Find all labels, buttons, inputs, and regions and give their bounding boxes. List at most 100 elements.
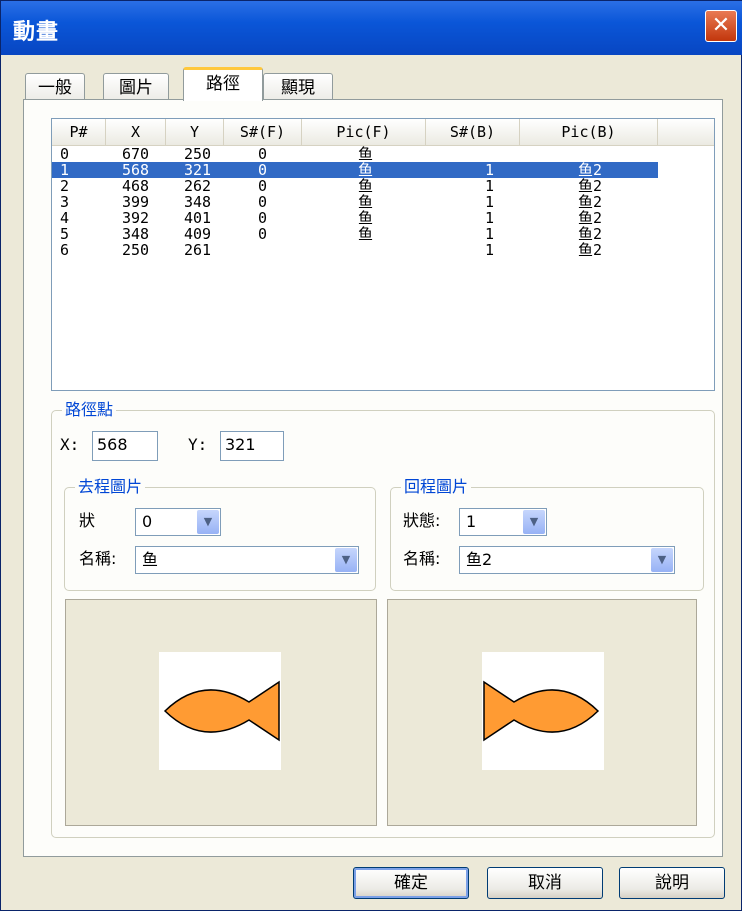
forward-picture-title: 去程圖片 — [75, 476, 146, 498]
table-cell: 1 — [485, 225, 495, 243]
forward-name-select[interactable]: 鱼 ▼ — [135, 546, 359, 574]
table-cell: 0 — [258, 225, 268, 243]
path-point-title: 路徑點 — [62, 399, 117, 421]
cancel-button[interactable]: 取消 — [487, 867, 603, 899]
table-cell: 鱼 — [358, 177, 374, 195]
table-cell: 4 — [60, 209, 70, 227]
tab-pictures[interactable]: 圖片 — [103, 73, 169, 101]
table-cell: 鱼2 — [578, 161, 603, 179]
table-cell: 1 — [485, 193, 495, 211]
table-cell: 1 — [485, 209, 495, 227]
forward-state-label: 狀 — [79, 511, 96, 530]
list-header: P# X Y S#(F) Pic(F) S#(B) Pic(B) — [52, 119, 714, 146]
table-cell: 鱼 — [358, 193, 374, 211]
table-row[interactable]: 6 250 261 1 鱼2 — [52, 242, 714, 258]
table-cell: 1 — [60, 161, 70, 179]
table-cell: 5 — [60, 225, 70, 243]
fish-image — [159, 652, 281, 770]
column-header-picb[interactable]: Pic(B) — [520, 119, 658, 145]
column-header-p[interactable]: P# — [52, 119, 106, 145]
ok-button[interactable]: 確定 — [353, 867, 469, 899]
table-cell: 鱼2 — [578, 241, 603, 259]
table-cell: 3 — [60, 193, 70, 211]
backward-name-select[interactable]: 鱼2 ▼ — [459, 546, 675, 574]
path-points-list[interactable]: P# X Y S#(F) Pic(F) S#(B) Pic(B) 0 670 250… — [51, 118, 715, 391]
chevron-down-icon[interactable]: ▼ — [651, 548, 673, 572]
table-cell: 261 — [184, 241, 212, 259]
table-cell: 1 — [485, 241, 495, 259]
column-header-sb[interactable]: S#(B) — [426, 119, 520, 145]
tab-path[interactable]: 路徑 — [183, 67, 263, 101]
table-row[interactable]: 5 348 409 0 鱼 1 鱼2 — [52, 226, 714, 242]
column-header-y[interactable]: Y — [166, 119, 224, 145]
close-icon[interactable]: ✕ — [705, 10, 737, 42]
forward-name-value: 鱼 — [142, 550, 159, 569]
animation-dialog: 動畫 ✕ 一般 圖片 路徑 顯現 P# X Y S#(F) Pic(F) S#(… — [0, 0, 742, 911]
table-cell: 2 — [60, 177, 70, 195]
table-row[interactable]: 3 399 348 0 鱼 1 鱼2 — [52, 194, 714, 210]
chevron-down-icon[interactable]: ▼ — [197, 510, 219, 534]
tab-general[interactable]: 一般 — [25, 73, 85, 101]
backward-picture-title: 回程圖片 — [401, 476, 472, 498]
forward-state-select[interactable]: 0 ▼ — [135, 508, 221, 536]
table-cell: 鱼 — [358, 225, 374, 243]
table-cell: 250 — [122, 241, 150, 259]
backward-state-label: 狀態: — [403, 511, 441, 530]
table-cell: 0 — [258, 145, 268, 163]
list-body: 0 670 250 0 鱼 1 568 321 0 鱼 1 鱼2 2 468 262 0 鱼 1 鱼2 3 399 348… — [52, 146, 714, 258]
table-row[interactable]: 4 392 401 0 鱼 1 鱼2 — [52, 210, 714, 226]
table-cell: 250 — [184, 145, 212, 163]
table-cell: 568 — [122, 161, 150, 179]
table-cell: 409 — [184, 225, 212, 243]
forward-picture-group: 去程圖片 狀 0 ▼ 名稱: 鱼 ▼ — [64, 476, 376, 591]
help-button[interactable]: 說明 — [619, 867, 725, 899]
table-row[interactable]: 2 468 262 0 鱼 1 鱼2 — [52, 178, 714, 194]
x-input[interactable]: 568 — [92, 431, 158, 461]
table-cell: 鱼2 — [578, 193, 603, 211]
table-cell: 1 — [485, 161, 495, 179]
chevron-down-icon[interactable]: ▼ — [335, 548, 357, 572]
table-cell: 468 — [122, 177, 150, 195]
table-cell: 392 — [122, 209, 150, 227]
backward-state-select[interactable]: 1 ▼ — [459, 508, 547, 536]
table-cell: 0 — [258, 177, 268, 195]
table-cell: 321 — [184, 161, 212, 179]
table-cell: 1 — [485, 177, 495, 195]
tab-display[interactable]: 顯現 — [263, 73, 333, 101]
table-cell: 0 — [258, 193, 268, 211]
fish-image — [482, 652, 604, 770]
title-bar[interactable]: 動畫 ✕ — [1, 1, 742, 55]
table-cell: 262 — [184, 177, 212, 195]
chevron-down-icon[interactable]: ▼ — [523, 510, 545, 534]
table-row[interactable]: 0 670 250 0 鱼 — [52, 146, 714, 162]
table-cell: 鱼 — [358, 161, 374, 179]
column-header-picf[interactable]: Pic(F) — [302, 119, 426, 145]
table-cell: 399 — [122, 193, 150, 211]
forward-name-label: 名稱: — [79, 549, 117, 568]
table-cell: 0 — [258, 161, 268, 179]
table-cell: 348 — [184, 193, 212, 211]
column-header-x[interactable]: X — [106, 119, 166, 145]
backward-state-value: 1 — [466, 512, 477, 531]
y-label: Y: — [188, 435, 208, 454]
table-cell: 0 — [60, 145, 70, 163]
backward-name-value: 鱼2 — [466, 550, 493, 569]
table-cell: 401 — [184, 209, 212, 227]
table-cell: 鱼2 — [578, 209, 603, 227]
column-header-sf[interactable]: S#(F) — [224, 119, 302, 145]
forward-picture-preview — [65, 599, 377, 826]
table-cell: 鱼 — [358, 145, 374, 163]
table-cell: 670 — [122, 145, 150, 163]
table-cell: 348 — [122, 225, 150, 243]
backward-name-label: 名稱: — [403, 549, 441, 568]
table-cell: 0 — [258, 209, 268, 227]
table-cell: 鱼2 — [578, 225, 603, 243]
table-row[interactable]: 1 568 321 0 鱼 1 鱼2 — [52, 162, 658, 178]
window-title: 動畫 — [13, 20, 60, 45]
backward-picture-group: 回程圖片 狀態: 1 ▼ 名稱: 鱼2 ▼ — [390, 476, 704, 591]
table-cell: 鱼2 — [578, 177, 603, 195]
x-label: X: — [60, 435, 80, 454]
y-input[interactable]: 321 — [220, 431, 284, 461]
table-cell: 鱼 — [358, 209, 374, 227]
forward-state-value: 0 — [142, 512, 153, 531]
